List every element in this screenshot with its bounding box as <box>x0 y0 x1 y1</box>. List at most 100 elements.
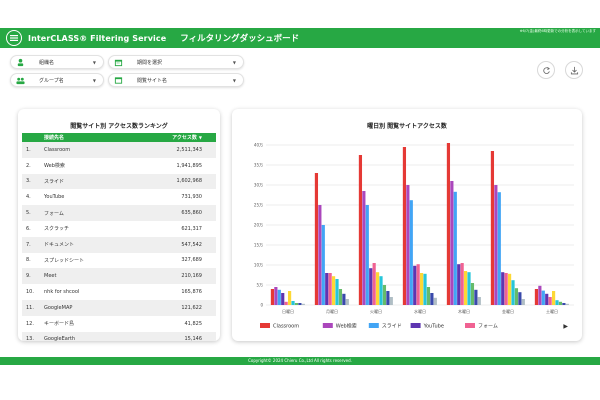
site-name: Meet <box>44 273 57 280</box>
chart-bar <box>284 301 288 305</box>
chart-bar <box>362 191 366 305</box>
org-select[interactable]: 組織名 ▼ <box>10 55 104 69</box>
site-name: GoogleMAP <box>44 304 73 311</box>
chevron-down-icon: ▼ <box>232 77 236 83</box>
table-row: 3. スライド 1,602,968 <box>22 173 216 190</box>
chart-bar <box>446 143 451 305</box>
site-name: フォーム <box>44 210 64 217</box>
chart-bar <box>382 285 387 305</box>
org-icon <box>16 58 25 67</box>
x-tick-label: 土曜日 <box>546 308 558 314</box>
chart-bar <box>338 289 343 305</box>
chart-bar <box>477 297 481 305</box>
chart-bar <box>545 293 549 305</box>
site-name: YouTube <box>44 194 65 201</box>
legend-next-icon[interactable]: ▶ <box>563 323 568 330</box>
chart-bar <box>345 299 349 305</box>
chart-bar <box>288 291 292 305</box>
logo-icon <box>6 30 22 46</box>
y-tick-label: 10万 <box>254 263 263 268</box>
chart-bar <box>490 151 495 305</box>
weekday-bar-chart: 0 5万 10万 15万 20万 25万 30万 35万 40万日曜日 月曜日 火曜日 水曜日 木曜日 金… <box>254 143 574 330</box>
rank-number: 10. <box>26 289 34 296</box>
page-title: フィルタリングダッシュボード <box>180 34 300 44</box>
table-row: 10. nhk for shcool 165,876 <box>22 284 216 300</box>
table-row: 2. Web検索 1,941,895 <box>22 158 216 174</box>
y-tick-label: 20万 <box>254 223 263 228</box>
site-name: nhk for shcool <box>44 289 80 296</box>
chart-bar <box>420 273 424 305</box>
chart-bar <box>521 299 525 305</box>
chart-bar <box>402 147 407 305</box>
site-name: スライド <box>44 178 65 185</box>
legend-label: スライド <box>382 324 402 330</box>
chart-bar <box>467 272 471 305</box>
x-tick-label: 日曜日 <box>282 309 294 314</box>
rank-number: 13. <box>26 336 34 341</box>
chevron-down-icon: ▼ <box>92 77 96 83</box>
chart-bar <box>508 273 512 305</box>
rank-number: 5. <box>26 210 31 217</box>
period-select[interactable]: 期間を選択 ▼ <box>108 55 244 69</box>
chart-bar <box>365 205 369 305</box>
chart-bar <box>457 264 461 305</box>
chart-bar <box>318 205 322 305</box>
rank-number: 12. <box>26 320 34 327</box>
chart-bar <box>501 272 505 305</box>
chart-bar <box>291 301 295 305</box>
chart-bar <box>423 273 427 305</box>
legend-label: Web検索 <box>336 323 357 330</box>
download-button[interactable] <box>565 61 583 79</box>
chart-bar <box>470 283 475 305</box>
y-tick-label: 40万 <box>254 143 263 148</box>
chart-bar <box>294 303 299 305</box>
legend-swatch <box>410 323 421 328</box>
table-row: 11. GoogleMAP 121,622 <box>22 299 216 316</box>
chart-bar <box>413 265 417 305</box>
site-select[interactable]: 閲覧サイト名 ▼ <box>108 73 244 87</box>
legend-label: Classroom <box>273 324 299 330</box>
table-row: 5. フォーム 635,860 <box>22 205 216 221</box>
access-count: 327,689 <box>181 257 202 264</box>
chart-bar <box>298 303 302 305</box>
rank-number: 3. <box>26 178 31 185</box>
y-tick-label: 15万 <box>254 243 263 248</box>
rank-number: 9. <box>26 273 31 280</box>
legend-label: YouTube <box>423 324 444 330</box>
table-row: 7. ドキュメント 547,542 <box>22 236 216 253</box>
chevron-down-icon: ▼ <box>232 59 236 65</box>
chart-bar <box>541 290 545 305</box>
table-row: 4. YouTube 731,930 <box>22 189 216 205</box>
brand-name: InterCLASS® Filtering Service <box>28 33 167 43</box>
x-tick-label: 火曜日 <box>370 309 382 314</box>
calendar-icon <box>114 58 123 67</box>
access-count: 15,146 <box>184 336 203 341</box>
x-tick-label: 金曜日 <box>502 308 514 314</box>
site-name: Classroom <box>44 146 71 153</box>
group-select[interactable]: グループ名 ▼ <box>10 73 104 87</box>
chart-bar <box>281 293 285 305</box>
chart-bar <box>548 297 552 305</box>
org-select-label: 組織名 <box>39 59 55 66</box>
table-row: 13. GoogleEarth 15,146 <box>22 331 216 341</box>
site-name: スプレッドシート <box>44 257 85 264</box>
table-row: 8. スプレッドシート 327,689 <box>22 253 216 269</box>
refresh-button[interactable] <box>537 61 555 79</box>
table-row: 6. スクラッチ 621,317 <box>22 221 216 237</box>
chart-bar <box>494 185 498 305</box>
site-name: キーボード島 <box>44 321 75 328</box>
chart-bar <box>453 191 457 305</box>
download-icon <box>570 66 578 74</box>
chart-bar <box>314 173 319 305</box>
chart-bar <box>372 263 376 305</box>
y-tick-label: 0 <box>260 303 263 308</box>
y-tick-label: 30万 <box>254 183 263 188</box>
chart-bar <box>511 280 515 305</box>
chart-bar <box>538 285 542 305</box>
legend-label: フォーム <box>478 324 498 330</box>
access-count: 165,876 <box>181 289 202 296</box>
chart-bar <box>379 276 383 305</box>
col-count-header[interactable]: アクセス数 ▼ <box>172 134 202 141</box>
filter-bar: 組織名 ▼ 期間を選択 ▼ グループ名 ▼ 閲覧サイト名 ▼ <box>10 52 250 92</box>
rank-number: 1. <box>26 146 31 153</box>
